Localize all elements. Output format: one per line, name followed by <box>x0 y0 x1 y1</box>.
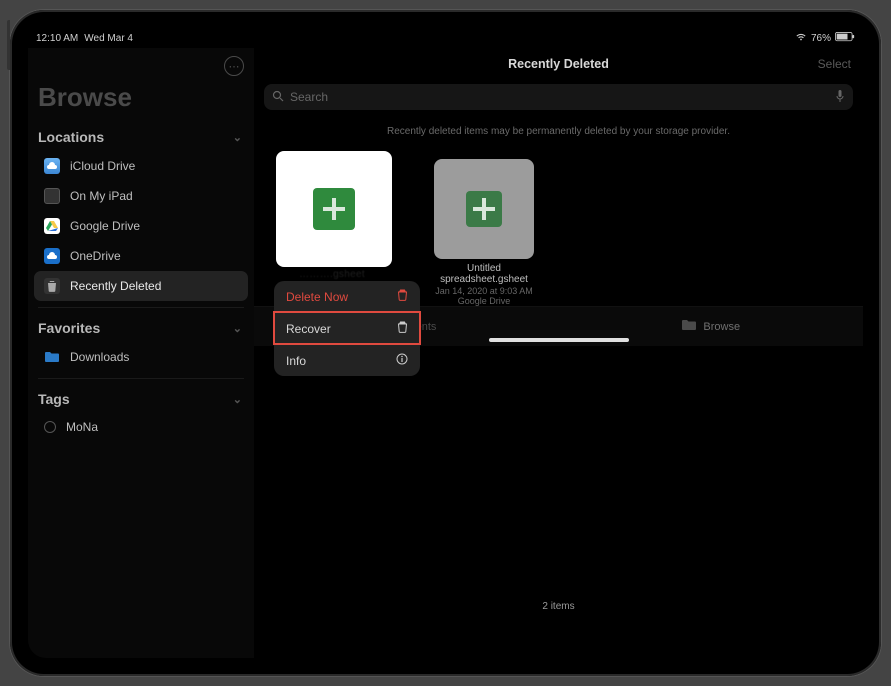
chevron-down-icon: ⌄ <box>233 393 242 406</box>
tags-header[interactable]: Tags ⌄ <box>28 385 254 413</box>
menu-label: Recover <box>286 322 331 336</box>
trash-icon <box>397 321 408 336</box>
chevron-down-icon: ⌄ <box>233 322 242 335</box>
sidebar-item-on-my-ipad[interactable]: On My iPad <box>34 181 248 211</box>
files-grid: ……….gsheet Jan 5, 2020 at 9:43 PM Untit <box>254 151 863 306</box>
battery-icon <box>835 32 855 45</box>
wifi-icon <box>795 32 807 45</box>
trash-icon <box>44 278 60 294</box>
battery-percent: 76% <box>811 33 831 44</box>
chevron-down-icon: ⌄ <box>233 131 242 144</box>
google-drive-icon <box>44 218 60 234</box>
screen: 12:10 AM Wed Mar 4 76% ⋯ Browse <box>28 28 863 658</box>
info-icon <box>396 353 408 368</box>
icloud-icon <box>44 158 60 174</box>
favorites-label: Favorites <box>38 320 100 336</box>
select-button[interactable]: Select <box>818 57 851 71</box>
onedrive-icon <box>44 248 60 264</box>
sidebar: ⋯ Browse Locations ⌄ iCloud Drive On My … <box>28 48 254 658</box>
menu-recover[interactable]: Recover <box>274 312 420 344</box>
sidebar-title: Browse <box>28 82 254 123</box>
search-placeholder: Search <box>290 90 829 104</box>
sidebar-item-recently-deleted[interactable]: Recently Deleted <box>34 271 248 301</box>
sidebar-item-icloud-drive[interactable]: iCloud Drive <box>34 151 248 181</box>
sidebar-item-label: Google Drive <box>70 219 140 233</box>
locations-header[interactable]: Locations ⌄ <box>28 123 254 151</box>
main-content: Recently Deleted Select Search Recentl <box>254 48 863 658</box>
sidebar-item-tag-mona[interactable]: MoNa <box>34 413 248 441</box>
search-input[interactable]: Search <box>264 84 853 110</box>
file-name: ……….gsheet <box>274 269 390 280</box>
file-date: Jan 14, 2020 at 9:03 AM <box>424 286 544 296</box>
menu-label: Info <box>286 354 306 368</box>
folder-icon <box>681 319 697 334</box>
sidebar-item-label: iCloud Drive <box>70 159 135 173</box>
file-item[interactable]: Untitled spreadsheet.gsheet Jan 14, 2020… <box>424 151 544 306</box>
microphone-icon[interactable] <box>835 89 845 106</box>
tags-label: Tags <box>38 391 70 407</box>
sidebar-item-label: Downloads <box>70 350 129 364</box>
ipad-device-frame: 12:10 AM Wed Mar 4 76% ⋯ Browse <box>10 10 881 676</box>
file-thumbnail <box>434 159 534 259</box>
status-bar: 12:10 AM Wed Mar 4 76% <box>28 28 863 48</box>
trash-icon <box>397 289 408 304</box>
spreadsheet-icon <box>466 191 502 227</box>
main-header: Recently Deleted Select <box>254 48 863 80</box>
favorites-header[interactable]: Favorites ⌄ <box>28 314 254 342</box>
notice-text: Recently deleted items may be permanentl… <box>254 118 863 151</box>
home-indicator[interactable] <box>489 338 629 342</box>
sidebar-item-google-drive[interactable]: Google Drive <box>34 211 248 241</box>
file-thumbnail <box>276 151 392 267</box>
locations-label: Locations <box>38 129 104 145</box>
tab-label: Browse <box>703 321 740 333</box>
hardware-button <box>7 20 10 70</box>
sidebar-item-label: Recently Deleted <box>70 279 161 293</box>
more-options-icon[interactable]: ⋯ <box>224 56 244 76</box>
status-time: 12:10 AM <box>36 33 78 44</box>
spreadsheet-icon <box>313 188 355 230</box>
menu-info[interactable]: Info <box>274 344 420 376</box>
status-date: Wed Mar 4 <box>84 33 133 44</box>
sidebar-item-onedrive[interactable]: OneDrive <box>34 241 248 271</box>
sidebar-item-label: On My iPad <box>70 189 133 203</box>
sidebar-item-label: MoNa <box>66 420 98 434</box>
file-name: Untitled spreadsheet.gsheet <box>424 263 544 285</box>
file-source: Google Drive <box>424 296 544 306</box>
sidebar-item-label: OneDrive <box>70 249 121 263</box>
context-menu: Delete Now Recover Info <box>274 281 420 376</box>
tag-circle-icon <box>44 421 56 433</box>
item-count: 2 items <box>254 601 863 612</box>
ipad-icon <box>44 188 60 204</box>
sidebar-item-downloads[interactable]: Downloads <box>34 342 248 372</box>
menu-label: Delete Now <box>286 290 348 304</box>
page-title: Recently Deleted <box>508 57 609 71</box>
folder-icon <box>44 349 60 365</box>
search-icon <box>272 90 284 105</box>
menu-delete-now[interactable]: Delete Now <box>274 281 420 312</box>
